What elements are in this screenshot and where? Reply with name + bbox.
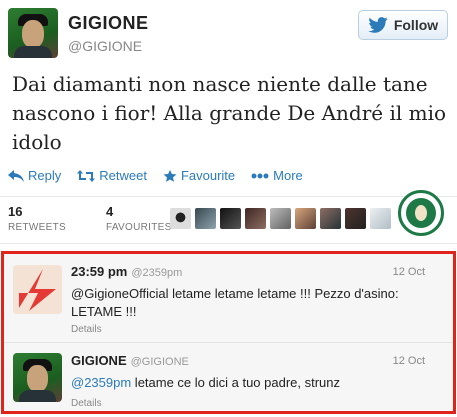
favouriter-avatars — [170, 208, 391, 229]
main-tweet: GIGIONE @GIGIONE Follow Dai diamanti non… — [0, 0, 457, 250]
mention-link[interactable]: @2359pm — [71, 375, 131, 390]
badge-logo — [398, 190, 444, 236]
retweet-icon — [77, 169, 96, 182]
follow-label: Follow — [393, 17, 439, 33]
reply-text: @GigioneOfficial letame letame letame !!… — [71, 286, 399, 319]
star-icon — [163, 169, 177, 183]
reply-body: letame ce lo dici a tuo padre, strunz — [131, 375, 341, 390]
avatar[interactable] — [270, 208, 291, 229]
tweet-actions: Reply Retweet Favourite More — [8, 168, 303, 183]
avatar[interactable] — [170, 208, 191, 229]
reply-author-handle[interactable]: @2359pm — [131, 267, 182, 279]
avatar[interactable] — [320, 208, 341, 229]
replies-highlight: 23:59 pm @2359pm 12 Oct @GigioneOfficial… — [1, 251, 456, 414]
divider — [0, 196, 457, 197]
retweets-stat[interactable]: 16 RETWEETS — [8, 204, 66, 233]
favourites-stat[interactable]: 4 FAVOURITES — [106, 204, 172, 233]
author-name[interactable]: GIGIONE — [68, 13, 149, 34]
avatar[interactable] — [195, 208, 216, 229]
follow-button[interactable]: Follow — [358, 10, 448, 40]
favourites-count: 4 — [105, 204, 114, 219]
more-action[interactable]: More — [251, 168, 303, 183]
reply-icon — [8, 169, 24, 182]
retweet-action[interactable]: Retweet — [77, 168, 147, 183]
reply-item[interactable]: 23:59 pm @2359pm 12 Oct @GigioneOfficial… — [4, 254, 453, 342]
reply-label: Reply — [28, 168, 62, 183]
retweets-count: 16 — [8, 204, 23, 219]
reply-author-handle[interactable]: @GIGIONE — [131, 356, 189, 368]
avatar[interactable] — [370, 208, 391, 229]
details-link[interactable]: Details — [71, 398, 102, 409]
details-link[interactable]: Details — [71, 324, 102, 335]
reply-action[interactable]: Reply — [8, 168, 61, 183]
bird-icon — [368, 17, 388, 33]
divider — [0, 243, 457, 244]
reply-text: @2359pm letame ce lo dici a tuo padre, s… — [71, 374, 441, 392]
avatar[interactable] — [220, 208, 241, 229]
tweet-stats: 16 RETWEETS 4 FAVOURITES — [8, 204, 172, 233]
reply-date[interactable]: 12 Oct — [393, 266, 425, 278]
reply-author-name[interactable]: GIGIONE — [71, 353, 127, 368]
reply-header: GIGIONE @GIGIONE — [71, 353, 189, 368]
reply-author-name[interactable]: 23:59 pm — [71, 264, 127, 279]
avatar[interactable] — [295, 208, 316, 229]
favourite-label: Favourite — [180, 168, 236, 183]
favourite-action[interactable]: Favourite — [163, 168, 235, 183]
reply-date[interactable]: 12 Oct — [393, 355, 425, 367]
retweet-label: Retweet — [99, 168, 147, 183]
retweets-label: RETWEETS — [8, 222, 66, 233]
reply-header: 23:59 pm @2359pm — [71, 264, 182, 279]
avatar[interactable] — [13, 265, 62, 314]
avatar[interactable] — [245, 208, 266, 229]
author-handle[interactable]: @GIGIONE — [68, 38, 142, 54]
favourites-label: FAVOURITES — [105, 222, 172, 233]
reply-item[interactable]: GIGIONE @GIGIONE 12 Oct @2359pm letame c… — [4, 342, 453, 411]
avatar[interactable] — [8, 8, 58, 58]
avatar[interactable] — [345, 208, 366, 229]
more-dots-icon — [251, 173, 269, 179]
avatar[interactable] — [13, 353, 62, 402]
tweet-text: Dai diamanti non nasce niente dalle tane… — [12, 72, 447, 154]
more-label: More — [273, 168, 303, 183]
